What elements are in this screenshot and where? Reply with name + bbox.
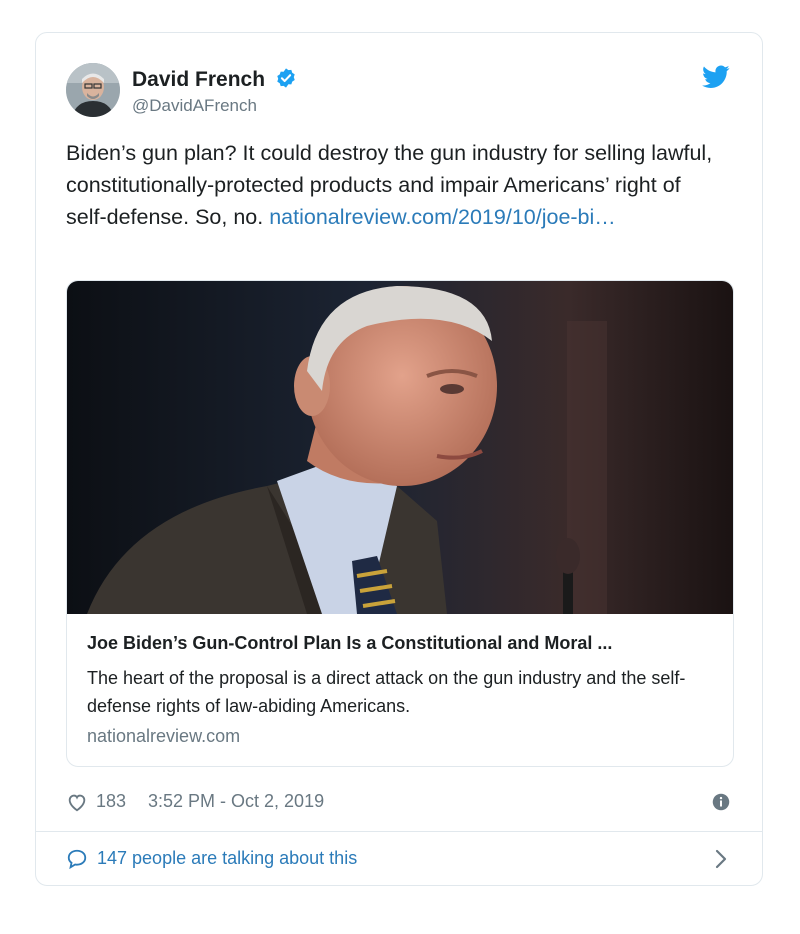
talking-count-link[interactable]: 147 people are talking about this: [97, 848, 357, 869]
avatar[interactable]: [66, 63, 120, 117]
divider: [36, 831, 762, 832]
card-photo[interactable]: [67, 281, 734, 614]
tweet-timestamp[interactable]: 3:52 PM - Oct 2, 2019: [148, 791, 324, 812]
card-title[interactable]: Joe Biden’s Gun-Control Plan Is a Consti…: [87, 633, 717, 654]
link-preview-card[interactable]: Joe Biden’s Gun-Control Plan Is a Consti…: [66, 280, 734, 767]
tweet-meta: 183 3:52 PM - Oct 2, 2019: [66, 789, 732, 815]
twitter-bird-icon[interactable]: [702, 65, 730, 89]
like-count[interactable]: 183: [96, 791, 126, 812]
card-description: The heart of the proposal is a direct at…: [87, 668, 686, 716]
tweet-text: Biden’s gun plan? It could destroy the g…: [66, 137, 726, 233]
conversation-footer[interactable]: 147 people are talking about this: [66, 845, 732, 873]
author-name-text[interactable]: David French: [132, 68, 265, 91]
speech-bubble-icon: [67, 849, 87, 870]
tweet-card[interactable]: David French @DavidAFrench Biden’s gun p…: [35, 32, 763, 886]
chevron-right-icon[interactable]: [714, 849, 728, 869]
card-domain: nationalreview.com: [87, 726, 241, 746]
tweet-header: David French @DavidAFrench: [66, 63, 732, 119]
author-handle[interactable]: @DavidAFrench: [132, 96, 257, 116]
author-name[interactable]: David French: [132, 67, 297, 92]
info-icon[interactable]: [712, 793, 730, 811]
tweet-link[interactable]: nationalreview.com/2019/10/joe-bi…: [269, 205, 616, 229]
heart-icon[interactable]: [66, 791, 88, 813]
verified-badge-icon: [277, 68, 295, 88]
